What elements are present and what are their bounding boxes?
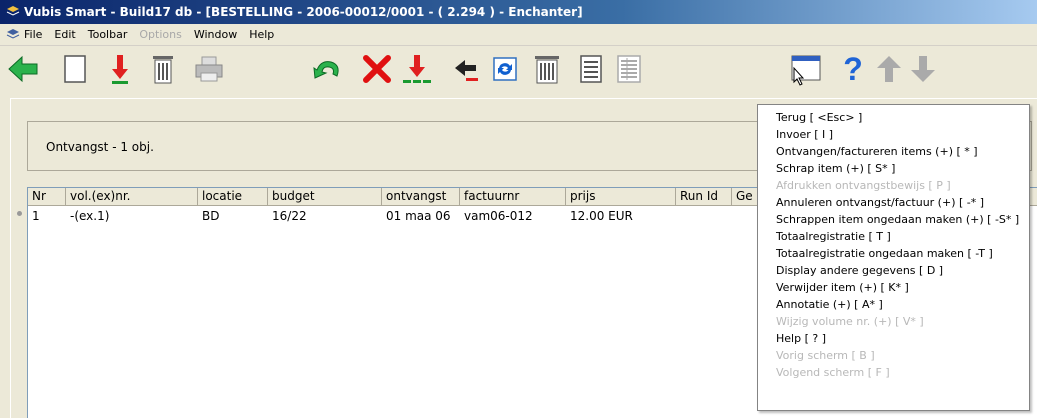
trash-icon xyxy=(153,56,173,84)
window-title: Vubis Smart - Build17 db - [BESTELLING -… xyxy=(24,5,583,19)
trash-all-button[interactable] xyxy=(530,52,564,86)
menu-item-terug[interactable]: Terug [ <Esc> ] xyxy=(758,109,1029,126)
new-page-icon xyxy=(64,55,86,83)
col-factuurnr[interactable]: factuurnr xyxy=(460,188,566,206)
refresh-icon xyxy=(493,57,517,81)
menu-item-afdrukken: Afdrukken ontvangstbewijs [ P ] xyxy=(776,179,951,192)
col-prijs[interactable]: prijs xyxy=(566,188,676,206)
receive-all-button[interactable] xyxy=(400,52,434,86)
cell-locatie: BD xyxy=(202,209,220,223)
list-button[interactable] xyxy=(574,52,608,86)
help-icon: ? xyxy=(843,52,863,86)
delete-button[interactable] xyxy=(146,52,180,86)
col-locatie[interactable]: locatie xyxy=(198,188,268,206)
menu-item-annuleren[interactable]: Annuleren ontvangst/factuur (+) [ -* ] xyxy=(758,194,1029,211)
menu-options: Options xyxy=(139,28,182,41)
refresh-button[interactable] xyxy=(488,52,522,86)
up-arrow-icon xyxy=(877,56,901,82)
window-button[interactable] xyxy=(788,52,822,86)
menu-item-schrappen-ongedaan[interactable]: Schrappen item ongedaan maken (+) [ -S* … xyxy=(758,211,1029,228)
back-button[interactable] xyxy=(6,52,40,86)
menu-item-totaalregistratie[interactable]: Totaalregistratie [ T ] xyxy=(758,228,1029,245)
menu-item-wijzig-volume: Wijzig volume nr. (+) [ V* ] xyxy=(776,315,924,328)
print-button[interactable] xyxy=(192,52,226,86)
undo-icon xyxy=(313,61,339,79)
menu-item-invoer[interactable]: Invoer [ I ] xyxy=(758,126,1029,143)
col-budget[interactable]: budget xyxy=(268,188,382,206)
download-icon xyxy=(112,55,128,84)
window-cursor-icon xyxy=(791,55,821,86)
toolbar: ? xyxy=(0,46,1037,92)
col-ontvangst[interactable]: ontvangst xyxy=(382,188,460,206)
menu-file[interactable]: File xyxy=(24,28,42,41)
menu-edit[interactable]: Edit xyxy=(54,28,75,41)
menu-item-schrap-item[interactable]: Schrap item (+) [ S* ] xyxy=(758,160,1029,177)
col-volnr[interactable]: vol.(ex)nr. xyxy=(66,188,198,206)
header-label: Ontvangst - 1 obj. xyxy=(46,140,154,154)
menu-item-help[interactable]: Help [ ? ] xyxy=(758,330,1029,347)
context-menu: Terug [ <Esc> ] Invoer [ I ] Ontvangen/f… xyxy=(757,104,1030,411)
grid-list-icon xyxy=(617,55,641,83)
menu-window[interactable]: Window xyxy=(194,28,237,41)
save-button[interactable] xyxy=(103,52,137,86)
menu-bar: File Edit Toolbar Options Window Help xyxy=(0,24,1037,46)
col-nr[interactable]: Nr xyxy=(28,188,66,206)
system-menu-icon[interactable] xyxy=(6,28,20,42)
menu-help[interactable]: Help xyxy=(249,28,274,41)
undo-button[interactable] xyxy=(311,52,345,86)
menu-item-vorig-scherm: Vorig scherm [ B ] xyxy=(776,349,875,362)
cell-ontvangst: 01 maa 06 xyxy=(386,209,451,223)
title-bar: Vubis Smart - Build17 db - [BESTELLING -… xyxy=(0,0,1037,24)
cell-prijs: 12.00 EUR xyxy=(570,209,633,223)
menu-item-annotatie[interactable]: Annotatie (+) [ A* ] xyxy=(758,296,1029,313)
cancel-button[interactable] xyxy=(360,52,394,86)
menu-item-totaalregistratie-ongedaan[interactable]: Totaalregistratie ongedaan maken [ -T ] xyxy=(758,245,1029,262)
menu-toolbar[interactable]: Toolbar xyxy=(88,28,128,41)
row-selection-marker xyxy=(17,211,22,216)
svg-text:?: ? xyxy=(843,52,863,86)
down-arrow-icon xyxy=(911,56,935,82)
cell-factuurnr: vam06-012 xyxy=(464,209,533,223)
double-download-icon xyxy=(403,55,431,83)
delete-x-icon xyxy=(363,55,391,83)
cell-nr: 1 xyxy=(32,209,40,223)
up-button[interactable] xyxy=(872,52,906,86)
cell-budget: 16/22 xyxy=(272,209,307,223)
print-icon xyxy=(195,56,223,82)
menu-item-verwijder[interactable]: Verwijder item (+) [ K* ] xyxy=(758,279,1029,296)
menu-item-display[interactable]: Display andere gegevens [ D ] xyxy=(758,262,1029,279)
col-runid[interactable]: Run Id xyxy=(676,188,732,206)
cell-volnr: -(ex.1) xyxy=(70,209,110,223)
menu-item-ontvangen-factureren[interactable]: Ontvangen/factureren items (+) [ * ] xyxy=(758,143,1029,160)
trash-icon-2 xyxy=(535,56,559,84)
return-button[interactable] xyxy=(450,52,484,86)
new-button[interactable] xyxy=(58,52,92,86)
grid-list-button[interactable] xyxy=(612,52,646,86)
menu-item-volgend-scherm: Volgend scherm [ F ] xyxy=(776,366,890,379)
back-arrow-icon xyxy=(8,55,38,83)
down-button[interactable] xyxy=(906,52,940,86)
help-button[interactable]: ? xyxy=(836,52,870,86)
back-red-icon xyxy=(455,60,478,81)
list-icon xyxy=(580,55,602,83)
app-logo-icon xyxy=(6,6,20,16)
